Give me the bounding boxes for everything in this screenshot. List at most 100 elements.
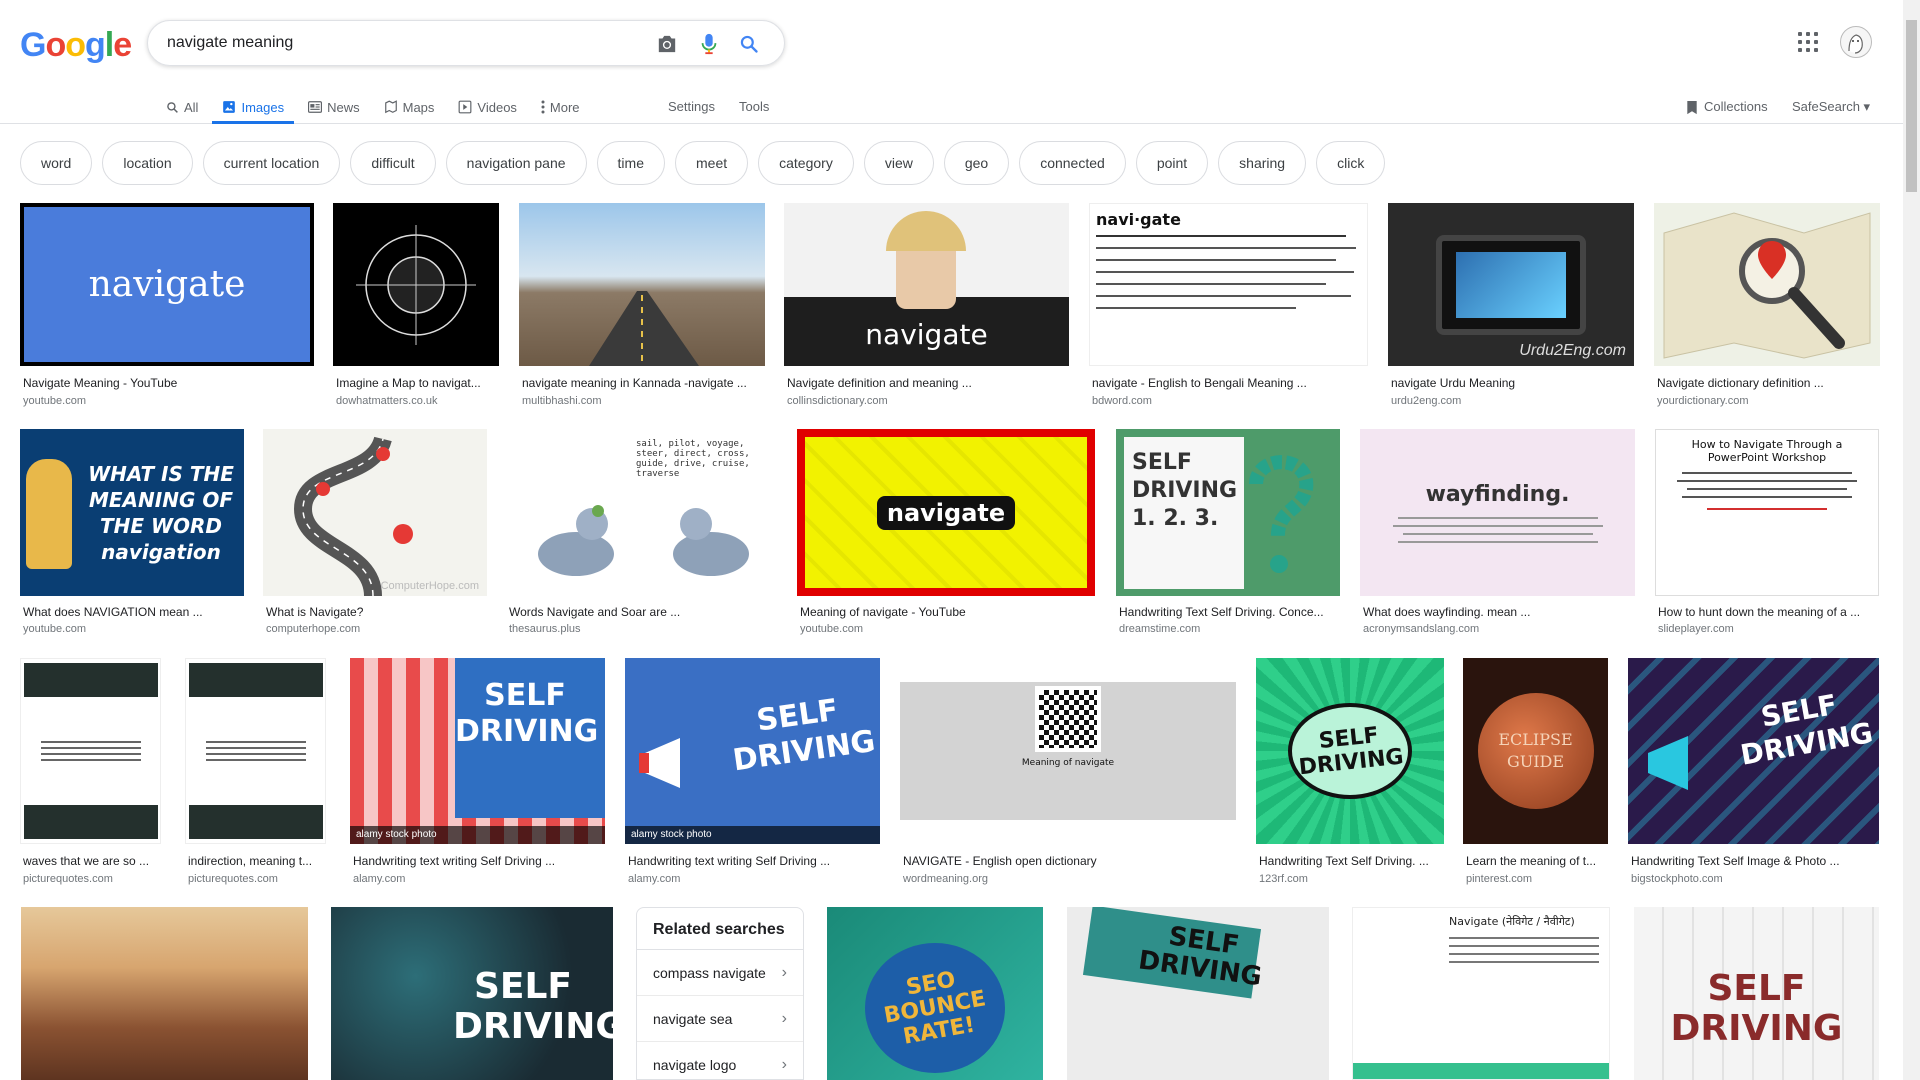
image-result[interactable]: How to Navigate Through a PowerPoint Wor… [1655,429,1879,638]
result-title: Handwriting text writing Self Driving ..… [353,854,556,868]
collections-link[interactable]: Collections [1686,90,1768,124]
search-input[interactable] [167,34,647,52]
avatar[interactable] [1840,26,1872,58]
result-title: What does wayfinding. mean ... [1363,605,1531,619]
result-title: NAVIGATE - English open dictionary [903,854,1097,868]
image-result[interactable]: navigate meaning in Kannada -navigate ..… [519,203,765,411]
chevron-right-icon: › [781,1009,787,1027]
result-thumbnail: SELF DRIVING alamy stock photo [350,658,605,844]
chip[interactable]: click [1316,141,1386,185]
chip[interactable]: connected [1019,141,1126,185]
image-result[interactable]: Navigate (नेविगेट / नैवीगेट) [1352,907,1610,1080]
result-title: What is Navigate? [266,605,364,619]
chip[interactable]: view [863,141,934,185]
image-result[interactable]: sail, pilot, voyage, steer, direct, cros… [506,429,776,638]
result-title: Navigate definition and meaning ... [787,376,972,390]
search-tabs: All Images News Maps Videos More [166,90,604,124]
image-result[interactable]: navigate Meaning of navigate - YouTube y… [797,429,1095,638]
image-result[interactable]: Imagine a Map to navigat... dowhatmatter… [333,203,499,411]
image-result[interactable]: navigate Navigate Meaning - YouTube yout… [20,203,314,411]
result-thumbnail: navi·gate [1089,203,1368,366]
image-result[interactable]: navigate Navigate definition and meaning… [784,203,1069,411]
tab-all[interactable]: All [166,90,198,124]
result-thumbnail [333,203,499,366]
chip[interactable]: geo [943,141,1010,185]
result-thumbnail: SELF DRIVING 1. 2. 3. [1116,429,1340,596]
page-scrollbar[interactable] [1903,0,1920,1080]
image-result[interactable]: SELF DRIVING Handwriting Text Self Drivi… [1256,658,1444,888]
chip[interactable]: current location [202,141,341,185]
result-title: What does NAVIGATION mean ... [23,605,203,619]
more-vert-icon [541,100,545,114]
search-box [147,20,785,66]
image-icon [223,101,236,113]
related-search-item[interactable]: navigate logo › [637,1042,803,1079]
related-search-item[interactable]: compass navigate › [637,950,803,996]
result-title: Handwriting text writing Self Driving ..… [628,854,831,868]
chip[interactable]: location [102,141,193,185]
image-result[interactable]: SELF DRIVING alamy stock photo Handwriti… [625,658,880,888]
chip[interactable]: sharing [1218,141,1307,185]
image-result[interactable]: SELF DRIVING [1067,907,1329,1080]
camera-icon[interactable] [656,33,678,55]
chip[interactable]: meet [675,141,749,185]
tab-images[interactable]: Images [212,90,294,124]
image-result[interactable]: SELF DRIVING alamy stock photo Handwriti… [350,658,605,888]
tab-videos[interactable]: Videos [458,90,517,124]
result-thumbnail: SELF DRIVING [1256,658,1444,844]
tools-link[interactable]: Tools [739,90,769,124]
apps-grid-icon[interactable] [1798,32,1818,52]
chip[interactable]: difficult [350,141,436,185]
image-result[interactable]: Meaning of navigate NAVIGATE - English o… [900,658,1236,888]
result-domain: thesaurus.plus [509,623,581,635]
result-domain: urdu2eng.com [1391,395,1462,407]
chip[interactable]: navigation pane [445,141,587,185]
image-result[interactable] [21,907,308,1080]
watermark: alamy stock photo [350,826,605,844]
image-result[interactable]: WHAT IS THE MEANING OF THE WORD navigati… [20,429,244,638]
image-result[interactable]: SELF DRIVING [331,907,613,1080]
image-result[interactable]: SELF DRIVING Handwriting Text Self Image… [1628,658,1879,888]
image-result[interactable]: ComputerHope.com What is Navigate? compu… [263,429,487,638]
google-logo[interactable]: Google [20,26,132,65]
watermark: alamy stock photo [625,826,880,844]
chip[interactable]: time [596,141,665,185]
result-thumbnail: SELF DRIVING [1634,907,1879,1080]
image-result[interactable]: indirection, meaning t... picturequotes.… [185,658,326,888]
related-searches-heading: Related searches [637,908,803,950]
image-result[interactable]: Urdu2Eng.com navigate Urdu Meaning urdu2… [1388,203,1634,411]
chip[interactable]: point [1135,141,1209,185]
tab-news[interactable]: News [308,90,360,124]
result-title: Navigate dictionary definition ... [1657,376,1824,390]
chip[interactable]: word [20,141,93,185]
safesearch-dropdown[interactable]: SafeSearch ▾ [1792,90,1870,124]
image-result[interactable]: wayfinding. What does wayfinding. mean .… [1360,429,1635,638]
result-domain: youtube.com [23,395,86,407]
image-result[interactable]: ECLIPSE GUIDE Learn the meaning of t... … [1463,658,1608,888]
bookmark-icon [1687,100,1697,114]
image-result[interactable]: waves that we are so ... picturequotes.c… [20,658,161,888]
related-search-item[interactable]: navigate sea › [637,996,803,1042]
image-result[interactable]: SELF DRIVING 1. 2. 3. Handwriting Text S… [1116,429,1340,638]
image-result[interactable]: navi·gate navigate - English to Bengali … [1089,203,1368,411]
tab-more[interactable]: More [541,90,580,124]
result-title: Words Navigate and Soar are ... [509,605,681,619]
image-result[interactable]: SELF DRIVING [1634,907,1879,1080]
tab-maps[interactable]: Maps [384,90,434,124]
result-domain: acronymsandslang.com [1363,623,1480,635]
result-domain: dreamstime.com [1119,623,1201,635]
image-result[interactable]: SEO BOUNCE RATE! [827,907,1043,1080]
settings-link[interactable]: Settings [668,90,715,124]
result-title: navigate - English to Bengali Meaning ..… [1092,376,1307,390]
search-icon[interactable] [738,33,760,55]
result-domain: slideplayer.com [1658,623,1734,635]
chip[interactable]: category [758,141,854,185]
scrollbar-thumb[interactable] [1906,20,1917,192]
result-title: navigate meaning in Kannada -navigate ..… [522,376,747,390]
image-result[interactable]: Navigate dictionary definition ... yourd… [1654,203,1880,411]
result-thumbnail: SEO BOUNCE RATE! [827,907,1043,1080]
result-thumbnail: WHAT IS THE MEANING OF THE WORD navigati… [20,429,244,596]
result-title: Imagine a Map to navigat... [336,376,481,390]
microphone-icon[interactable] [698,33,720,55]
result-domain: picturequotes.com [23,873,113,885]
